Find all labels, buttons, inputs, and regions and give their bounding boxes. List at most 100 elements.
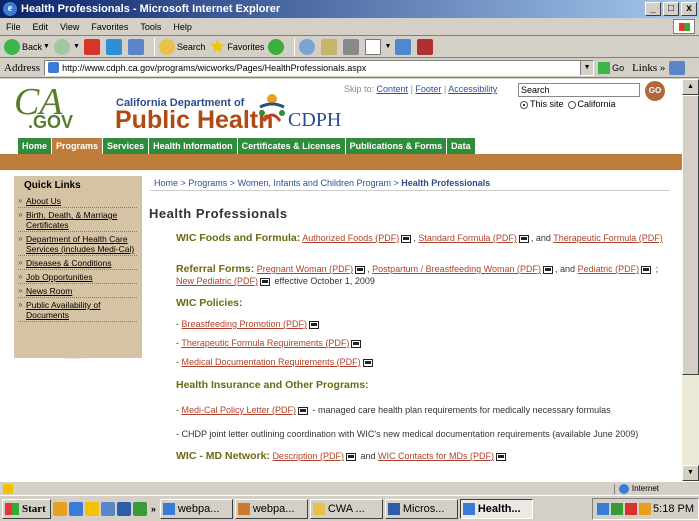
postpartum-link[interactable]: Postpartum / Breastfeeding Woman (PDF) [372, 264, 541, 274]
sidebar-item-jobs[interactable]: » Job Opportunities [18, 271, 137, 284]
menu-tools[interactable]: Tools [134, 22, 167, 32]
scroll-thumb[interactable] [682, 95, 699, 375]
nav-publications-forms[interactable]: Publications & Forms [345, 138, 447, 154]
nav-health-information[interactable]: Health Information [149, 138, 237, 154]
media-button[interactable] [268, 38, 286, 55]
nav-services[interactable]: Services [103, 138, 149, 154]
skip-accessibility-link[interactable]: Accessibility [448, 84, 497, 94]
chevron-right-icon[interactable]: » [151, 504, 156, 514]
tray-icon[interactable] [611, 502, 624, 515]
menu-view[interactable]: View [54, 22, 85, 32]
site-search-input[interactable]: Search [518, 83, 640, 97]
site-search-go-button[interactable]: GO [645, 81, 665, 101]
chevron-down-icon[interactable]: ▼ [580, 60, 594, 75]
task-health[interactable]: Health... [459, 498, 533, 519]
tray-icon[interactable] [597, 502, 610, 515]
sidebar-item-label[interactable]: Job Opportunities [26, 272, 93, 282]
quicklaunch-icon[interactable] [116, 501, 131, 516]
medical-documentation-link[interactable]: Medical Documentation Requirements (PDF) [182, 357, 361, 367]
therapeutic-formula-requirements-link[interactable]: Therapeutic Formula Requirements (PDF) [181, 338, 349, 348]
sidebar-item-public-docs[interactable]: » Public Availability of Documents [18, 299, 137, 322]
task-webpa-2[interactable]: webpa... [234, 498, 308, 519]
wic-contacts-link[interactable]: WIC Contacts for MDs (PDF) [378, 451, 494, 461]
links-button[interactable]: Links » [632, 62, 665, 74]
crumb-home[interactable]: Home [154, 178, 178, 188]
nav-certificates-licenses[interactable]: Certificates & Licenses [237, 138, 345, 154]
new-pediatric-link[interactable]: New Pediatric (PDF) [176, 276, 258, 286]
task-webpa-1[interactable]: webpa... [159, 498, 233, 519]
task-cwa[interactable]: CWA ... [309, 498, 383, 519]
pregnant-woman-link[interactable]: Pregnant Woman (PDF) [257, 264, 353, 274]
extension-icon[interactable] [669, 60, 686, 75]
discuss-button[interactable] [395, 38, 413, 55]
go-button[interactable]: Go [598, 61, 624, 74]
chevron-down-icon[interactable]: ▼ [43, 43, 50, 50]
history-button[interactable] [299, 38, 317, 55]
nav-programs[interactable]: Programs [52, 138, 103, 154]
scroll-down-icon[interactable]: ▼ [682, 465, 699, 481]
print-button[interactable] [343, 38, 361, 55]
menu-help[interactable]: Help [167, 22, 198, 32]
address-url[interactable]: http://www.cdph.ca.gov/programs/wicworks… [62, 63, 580, 73]
radio-this-site[interactable]: This site [520, 99, 564, 109]
standard-formula-link[interactable]: Standard Formula (PDF) [418, 233, 517, 243]
address-bar: Address http://www.cdph.ca.gov/programs/… [0, 58, 699, 78]
stop-button[interactable] [83, 38, 102, 55]
authorized-foods-link[interactable]: Authorized Foods (PDF) [302, 233, 399, 243]
task-microsoft[interactable]: Micros... [384, 498, 458, 519]
sidebar-item-label[interactable]: Department of Health Care Services (incl… [26, 234, 137, 254]
skip-footer-link[interactable]: Footer [415, 84, 441, 94]
sidebar-item-dhcs[interactable]: » Department of Health Care Services (inc… [18, 233, 137, 256]
forward-button[interactable]: ▼ [53, 38, 80, 55]
description-link[interactable]: Description (PDF) [272, 451, 344, 461]
sidebar-item-label[interactable]: Public Availability of Documents [26, 300, 137, 320]
edit-button[interactable]: ▼ [365, 38, 391, 55]
quicklaunch-icon[interactable] [132, 501, 147, 516]
ca-gov-logo[interactable]: CA .GOV [10, 81, 100, 136]
sidebar-item-diseases[interactable]: » Diseases & Conditions [18, 257, 137, 270]
medical-policy-letter-link[interactable]: Medi-Cal Policy Letter (PDF) [182, 405, 297, 415]
pediatric-link[interactable]: Pediatric (PDF) [578, 264, 640, 274]
quicklaunch-icon[interactable] [52, 501, 67, 516]
menu-file[interactable]: File [0, 22, 27, 32]
chevron-down-icon[interactable]: ▼ [384, 43, 391, 50]
tray-icon[interactable] [625, 502, 638, 515]
vertical-scrollbar[interactable]: ▲ ▼ [682, 79, 699, 481]
sidebar-item-label[interactable]: News Room [26, 286, 72, 296]
nav-home[interactable]: Home [18, 138, 52, 154]
scroll-up-icon[interactable]: ▲ [682, 79, 699, 95]
radio-california[interactable]: California [567, 99, 616, 109]
tray-icon[interactable] [639, 502, 652, 515]
close-button[interactable]: x [681, 2, 697, 16]
sidebar-item-certificates[interactable]: » Birth, Death, & Marriage Certificates [18, 209, 137, 232]
therapeutic-formula-link[interactable]: Therapeutic Formula (PDF) [553, 233, 663, 243]
clock[interactable]: 5:18 PM [653, 503, 694, 515]
mail-button[interactable] [321, 38, 339, 55]
sidebar-item-label[interactable]: Diseases & Conditions [26, 258, 112, 268]
sidebar-item-label[interactable]: About Us [26, 196, 61, 206]
refresh-button[interactable] [105, 38, 124, 55]
messenger-button[interactable] [417, 38, 435, 55]
start-button[interactable]: Start [2, 498, 51, 519]
breastfeeding-promotion-link[interactable]: Breastfeeding Promotion (PDF) [182, 319, 308, 329]
quicklaunch-icon[interactable] [100, 501, 115, 516]
maximize-button[interactable]: □ [663, 2, 679, 16]
menu-edit[interactable]: Edit [27, 22, 55, 32]
sidebar-item-about[interactable]: » About Us [18, 195, 137, 208]
crumb-wic[interactable]: Women, Infants and Children Program [238, 178, 391, 188]
quicklaunch-icon[interactable] [84, 501, 99, 516]
sidebar-item-label[interactable]: Birth, Death, & Marriage Certificates [26, 210, 137, 230]
minimize-button[interactable]: _ [645, 2, 661, 16]
menu-favorites[interactable]: Favorites [85, 22, 134, 32]
crumb-programs[interactable]: Programs [188, 178, 227, 188]
sidebar-item-news[interactable]: » News Room [18, 285, 137, 298]
address-input[interactable]: http://www.cdph.ca.gov/programs/wicworks… [44, 59, 595, 76]
chevron-down-icon[interactable]: ▼ [73, 43, 80, 50]
favorites-button[interactable]: Favorites [209, 38, 264, 55]
home-button[interactable] [127, 38, 146, 55]
quicklaunch-icon[interactable] [68, 501, 83, 516]
back-button[interactable]: Back ▼ [4, 38, 50, 55]
nav-data[interactable]: Data [447, 138, 475, 154]
search-button[interactable]: Search [158, 38, 205, 55]
skip-content-link[interactable]: Content [377, 84, 409, 94]
